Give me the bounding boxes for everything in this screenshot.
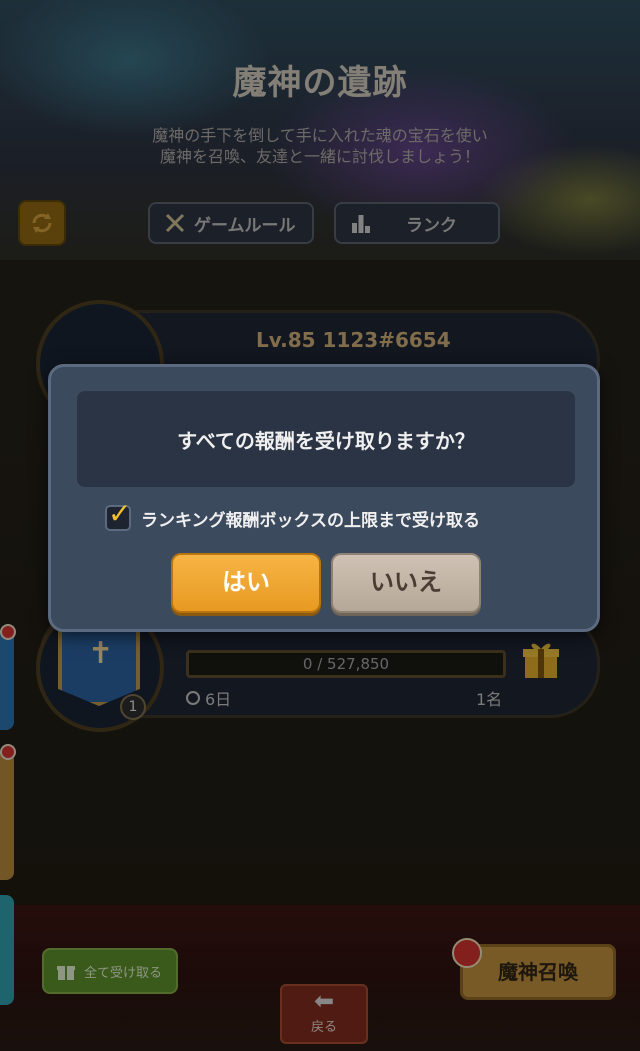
confirm-dialog: すべての報酬を受け取りますか？ ✓ ランキング報酬ボックスの上限まで受け取る は… bbox=[48, 364, 600, 632]
yes-button[interactable]: はい bbox=[171, 553, 321, 613]
ranking-reward-checkbox-row[interactable]: ✓ ランキング報酬ボックスの上限まで受け取る bbox=[105, 497, 480, 531]
dialog-message: すべての報酬を受け取りますか？ bbox=[177, 428, 475, 453]
checkmark-icon: ✓ bbox=[108, 497, 132, 530]
no-button[interactable]: いいえ bbox=[331, 553, 481, 613]
ranking-reward-checkbox[interactable]: ✓ bbox=[105, 497, 131, 531]
dialog-message-box: すべての報酬を受け取りますか？ bbox=[77, 391, 575, 487]
checkbox-label: ランキング報酬ボックスの上限まで受け取る bbox=[141, 510, 480, 531]
